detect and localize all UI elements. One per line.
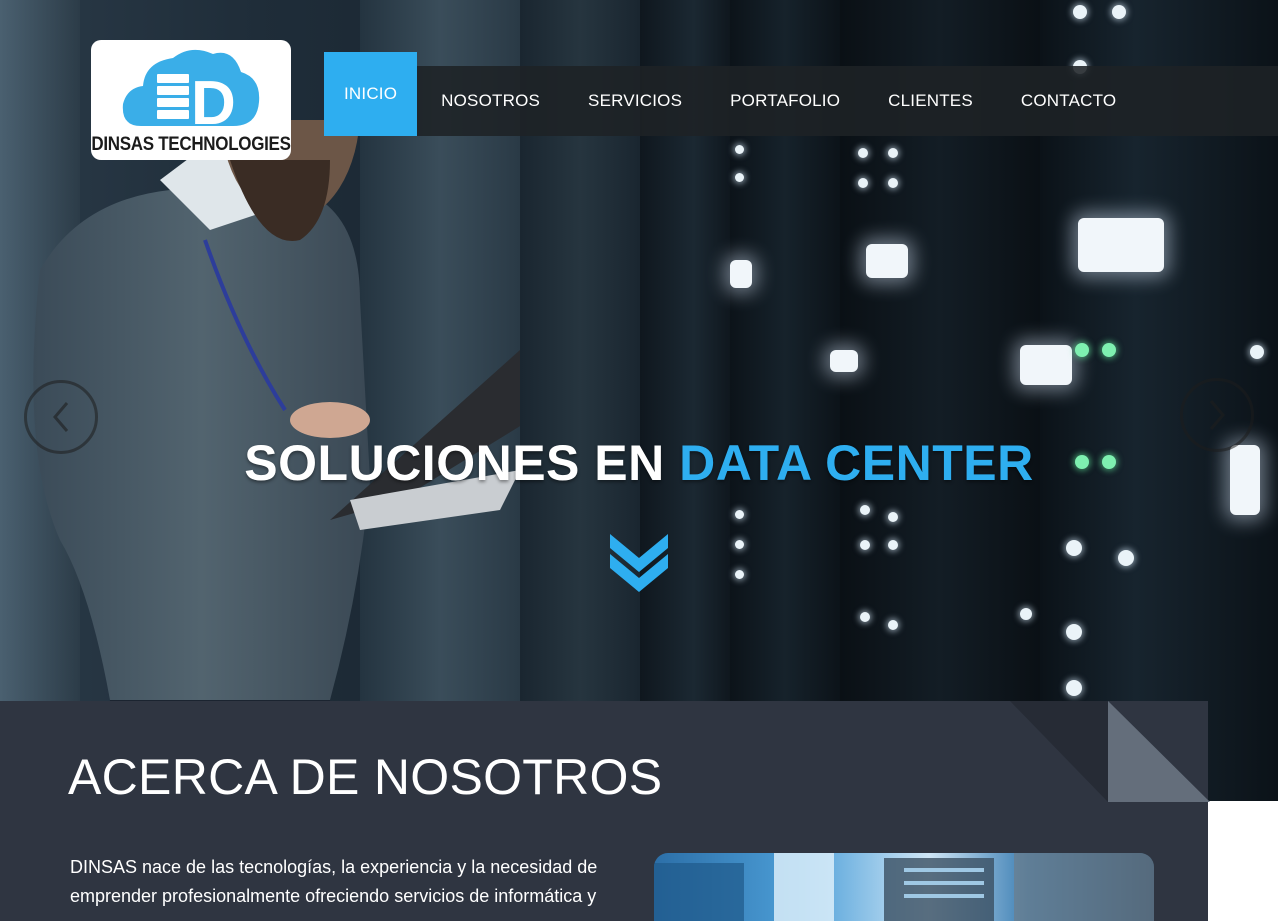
double-chevron-down-icon[interactable] [606,528,672,592]
nav-item-nosotros[interactable]: NOSOTROS [417,66,564,136]
main-navigation: INICIO NOSOTROS SERVICIOS PORTAFOLIO CLI… [324,52,1278,136]
page-fold-decoration [1010,701,1210,802]
nav-item-inicio[interactable]: INICIO [324,52,418,136]
logo-letter: D [191,69,236,132]
brand-name: DINSAS TECHNOLOGIES [91,132,291,155]
rack-light [1020,345,1072,385]
hero-slider: D DINSAS TECHNOLOGIES INICIO NOSOTROS SE… [0,0,1278,801]
chevron-left-icon [53,402,69,432]
nav-item-clientes[interactable]: CLIENTES [864,66,997,136]
rack-light [866,244,908,278]
hero-title-part1: SOLUCIONES EN [244,435,680,491]
nav-item-contacto[interactable]: CONTACTO [997,66,1140,136]
hero-title-accent: DATA CENTER [679,435,1034,491]
nav-item-servicios[interactable]: SERVICIOS [564,66,706,136]
page: D DINSAS TECHNOLOGIES INICIO NOSOTROS SE… [0,0,1278,921]
about-description: DINSAS nace de las tecnologías, la exper… [70,857,598,906]
chevron-right-icon [1209,400,1225,430]
brand-logo[interactable]: D DINSAS TECHNOLOGIES [91,40,291,160]
cloud-server-logo-icon: D [122,49,260,132]
rack-light [1078,218,1164,272]
nav-item-portafolio[interactable]: PORTAFOLIO [706,66,864,136]
rack-light [830,350,858,372]
datacenter-image [654,853,1154,921]
hero-title: SOLUCIONES EN DATA CENTER [0,434,1278,492]
about-title: ACERCA DE NOSOTROS [68,749,663,805]
rack-light [730,260,752,288]
